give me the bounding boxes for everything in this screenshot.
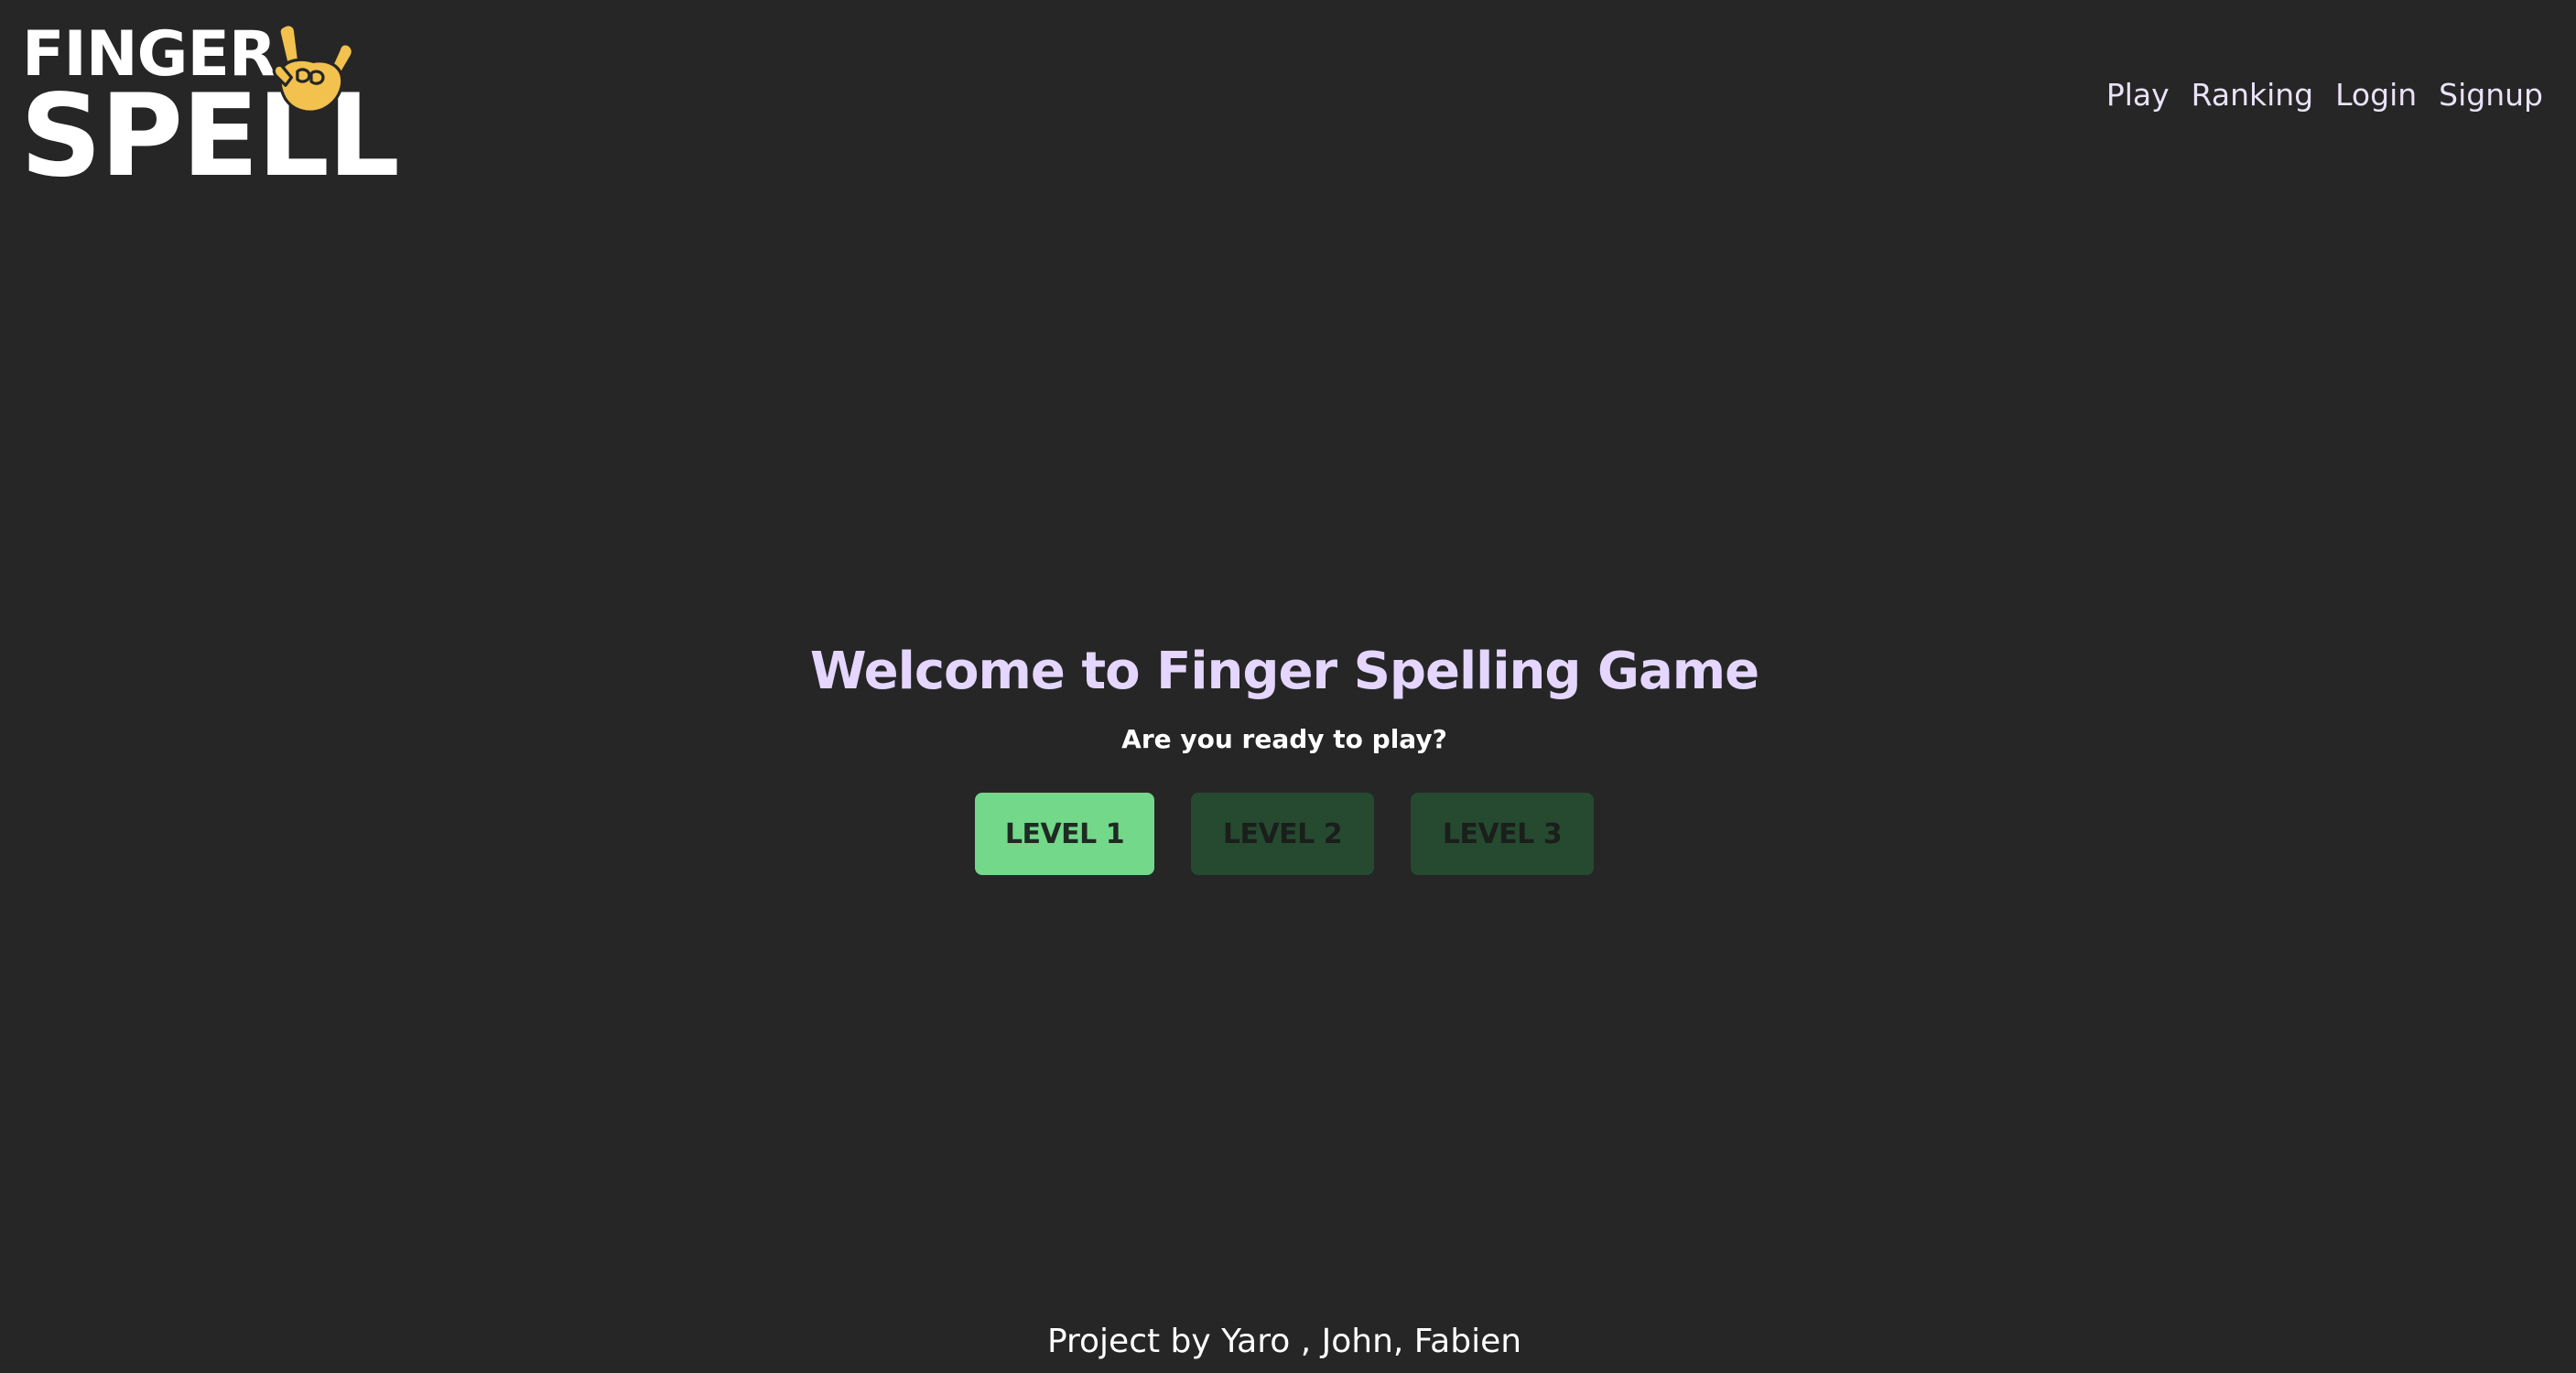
nav-play-link[interactable]: Play xyxy=(2106,77,2170,113)
page-title: Welcome to Finger Spelling Game xyxy=(809,642,1759,701)
nav-ranking-link[interactable]: Ranking xyxy=(2192,77,2313,113)
logo[interactable]: FINGER SPELL xyxy=(20,20,400,197)
level-2-button[interactable]: LEVEL 2 xyxy=(1191,793,1374,875)
hand-sign-icon xyxy=(272,23,354,114)
footer-credits: Project by Yaro , John, Fabien xyxy=(1046,1323,1522,1360)
level-3-button[interactable]: LEVEL 3 xyxy=(1411,793,1594,875)
hero: Welcome to Finger Spelling Game Are you … xyxy=(0,637,2569,875)
page-subtitle: Are you ready to play? xyxy=(1121,724,1447,754)
level-1-button[interactable]: LEVEL 1 xyxy=(975,793,1154,875)
nav-login-link[interactable]: Login xyxy=(2335,77,2417,113)
level-selector: LEVEL 1 LEVEL 2 LEVEL 3 xyxy=(0,793,2569,875)
page: FINGER SPELL Play Ranking Login Signup W… xyxy=(0,0,2576,1373)
nav-signup-link[interactable]: Signup xyxy=(2439,77,2543,113)
main-nav: Play Ranking Login Signup xyxy=(2106,77,2543,113)
